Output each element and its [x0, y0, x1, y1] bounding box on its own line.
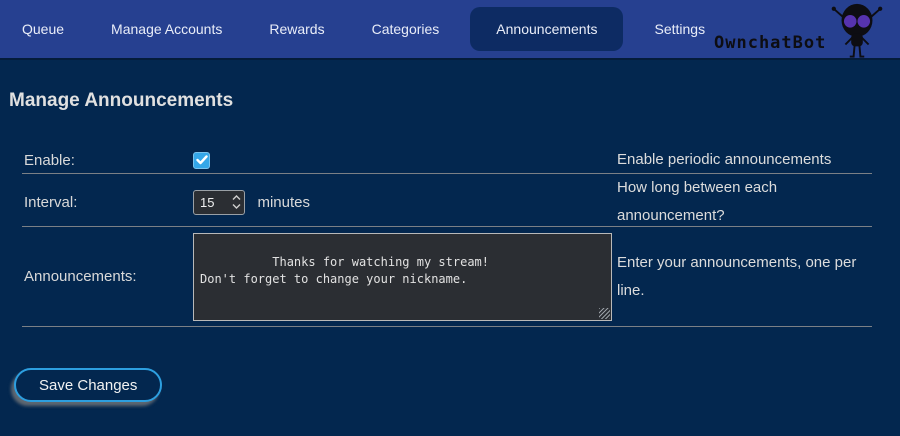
announcements-text: Thanks for watching my stream! Don't for… — [200, 255, 489, 286]
spinner-down-icon[interactable] — [232, 203, 241, 209]
nav-item-settings[interactable]: Settings — [638, 9, 721, 49]
resize-grip-icon[interactable] — [599, 308, 610, 319]
nav-item-manage-accounts[interactable]: Manage Accounts — [95, 9, 238, 49]
robot-mascot-icon — [828, 1, 886, 59]
announcements-label: Announcements: — [22, 268, 193, 285]
nav-item-queue[interactable]: Queue — [6, 9, 80, 49]
enable-checkbox[interactable] — [193, 152, 210, 169]
form-row-announcements: Announcements: Thanks for watching my st… — [22, 227, 872, 327]
interval-help-text: How long between each announcement? — [617, 174, 869, 230]
interval-value: 15 — [194, 191, 228, 214]
interval-input[interactable]: 15 — [193, 190, 245, 215]
brand-text: OwnchatBot — [714, 33, 826, 53]
announcements-help-text: Enter your announcements, one per line. — [617, 249, 869, 305]
announcements-textarea[interactable]: Thanks for watching my stream! Don't for… — [193, 233, 612, 321]
interval-suffix: minutes — [257, 194, 310, 211]
interval-label: Interval: — [22, 194, 193, 211]
announcements-form: Enable: Enable periodic announcements In… — [22, 146, 872, 327]
nav-item-categories[interactable]: Categories — [356, 9, 456, 49]
brand-logo: OwnchatBot — [714, 0, 884, 60]
save-changes-button[interactable]: Save Changes — [14, 368, 162, 402]
spinner-up-icon[interactable] — [232, 195, 241, 201]
number-spinner — [228, 191, 244, 214]
enable-label: Enable: — [22, 152, 193, 169]
checkmark-icon — [196, 155, 208, 165]
nav-item-rewards[interactable]: Rewards — [253, 9, 340, 49]
form-row-interval: Interval: 15 minutes How long between ea — [22, 174, 872, 227]
form-row-enable: Enable: Enable periodic announcements — [22, 146, 872, 174]
navbar: Queue Manage Accounts Rewards Categories… — [0, 0, 900, 60]
app-window: Queue Manage Accounts Rewards Categories… — [0, 0, 900, 436]
enable-help-text: Enable periodic announcements — [617, 146, 869, 174]
nav-item-announcements[interactable]: Announcements — [470, 7, 623, 51]
page-title: Manage Announcements — [9, 90, 233, 112]
